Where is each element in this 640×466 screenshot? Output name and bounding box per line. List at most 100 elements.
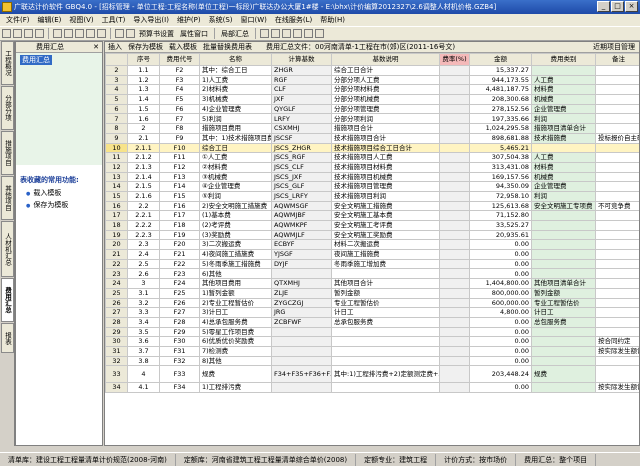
category-cell[interactable]: 利润 xyxy=(531,190,596,202)
category-cell[interactable] xyxy=(531,220,596,231)
name-cell[interactable]: 规费 xyxy=(199,365,272,384)
rate-cell[interactable] xyxy=(439,142,470,154)
seq-cell[interactable]: 2.5 xyxy=(127,258,160,270)
seq-cell[interactable]: 2.2 xyxy=(127,200,160,212)
tab-measures[interactable]: 措施项目 xyxy=(1,131,14,175)
table-row[interactable]: 32 3.8 F32 8)其他 0.00 xyxy=(105,355,639,367)
base-desc-cell[interactable]: 暂列金额 xyxy=(331,287,440,299)
col-header-base-desc[interactable]: 基数说明 xyxy=(331,53,440,66)
base-desc-cell[interactable]: 技术措施项目机械费 xyxy=(331,171,440,183)
name-cell[interactable]: 1)工程排污费 xyxy=(199,382,272,393)
insert-button[interactable]: 插入 xyxy=(108,42,122,52)
tab-sub-items[interactable]: 分部分项 xyxy=(1,86,14,130)
name-cell[interactable]: 6)其他 xyxy=(199,268,272,280)
seq-cell[interactable]: 2.6 xyxy=(127,268,160,280)
seq-cell[interactable]: 2 xyxy=(127,123,160,134)
save-icon[interactable] xyxy=(24,29,33,38)
amount-cell[interactable]: 169,157.56 xyxy=(469,171,532,183)
menu-online[interactable]: 在线服务(L) xyxy=(271,14,316,26)
code-cell[interactable]: F17 xyxy=(159,210,200,221)
table-row[interactable]: 27 3.3 F27 3)计日工 JRG 计日工 4,800.00 计日工 xyxy=(105,307,639,318)
name-cell[interactable]: 4)总承包服务费 xyxy=(199,316,272,328)
category-cell[interactable] xyxy=(531,142,596,154)
tree-item-fee-summary[interactable]: 费用汇总 xyxy=(20,55,52,65)
code-cell[interactable]: F10 xyxy=(159,142,200,154)
base-desc-cell[interactable] xyxy=(331,268,440,280)
amount-cell[interactable]: 71,152.80 xyxy=(469,210,532,221)
category-cell[interactable] xyxy=(531,65,596,76)
col-header-amount[interactable]: 金额 xyxy=(469,53,532,66)
base-cell[interactable]: ZCBFWF xyxy=(271,316,332,328)
code-cell[interactable]: F4 xyxy=(159,84,200,96)
category-cell[interactable] xyxy=(531,239,596,251)
code-cell[interactable]: F11 xyxy=(159,152,200,163)
rate-cell[interactable] xyxy=(439,94,470,105)
category-cell[interactable] xyxy=(531,229,596,241)
col-header-base[interactable]: 计算基数 xyxy=(271,53,332,66)
code-cell[interactable]: F16 xyxy=(159,200,200,212)
base-desc-cell[interactable]: 其他项目合计 xyxy=(331,278,440,289)
name-cell[interactable]: ③机械费 xyxy=(199,171,272,183)
budget-settings-button[interactable]: 预算书设置 xyxy=(137,29,176,39)
amount-cell[interactable]: 15,337.27 xyxy=(469,65,532,76)
base-desc-cell[interactable] xyxy=(331,355,440,367)
remark-cell[interactable] xyxy=(595,316,639,328)
rate-cell[interactable] xyxy=(439,365,470,384)
amount-cell[interactable]: 898,681.88 xyxy=(469,132,532,144)
amount-cell[interactable]: 0.00 xyxy=(469,345,532,357)
name-cell[interactable]: 3)计日工 xyxy=(199,307,272,318)
category-cell[interactable]: 安全文明施工专项费 xyxy=(531,200,596,212)
remark-cell[interactable]: 按实际发生额计算 xyxy=(595,382,639,393)
amount-cell[interactable]: 72,958.10 xyxy=(469,190,532,202)
rate-cell[interactable] xyxy=(439,123,470,134)
base-cell[interactable]: AQWMJLF xyxy=(271,229,332,241)
table-row[interactable]: 334F33规费F34+F35+F36+F37+F38其中:1)工程排污费+2)… xyxy=(105,365,639,384)
first-icon[interactable] xyxy=(260,29,269,38)
base-cell[interactable] xyxy=(271,345,332,357)
category-cell[interactable] xyxy=(531,336,596,347)
table-row[interactable]: 313.7F317)检测费 0.00 按实际发生额计算 xyxy=(105,345,639,357)
print-icon[interactable] xyxy=(35,29,44,38)
remark-cell[interactable] xyxy=(595,258,639,270)
seq-cell[interactable]: 2.1.2 xyxy=(127,152,160,163)
table-row[interactable]: 5 1.4 F5 3)机械费 JXF 分部分项机械费 208,300.68 机械费 xyxy=(105,94,639,105)
name-cell[interactable]: 3)二次搬运费 xyxy=(199,239,272,251)
code-cell[interactable]: F25 xyxy=(159,287,200,299)
load-template-button[interactable]: 载入模板 xyxy=(169,42,197,52)
name-cell[interactable]: 5)冬雨季施工措施费 xyxy=(199,258,272,270)
base-desc-cell[interactable]: 措施项目合计 xyxy=(331,123,440,134)
seq-cell[interactable]: 3 xyxy=(127,278,160,289)
seq-cell[interactable]: 2.1.5 xyxy=(127,181,160,192)
category-cell[interactable]: 机械费 xyxy=(531,94,596,105)
base-desc-cell[interactable]: 其中:1)工程排污费+2)定额测定费+3)社会保障费+4)住房公积金+5)意外伤… xyxy=(331,365,440,384)
seq-cell[interactable]: 2.1.6 xyxy=(127,190,160,202)
seq-cell[interactable]: 1.4 xyxy=(127,94,160,105)
remark-cell[interactable] xyxy=(595,326,639,338)
name-cell[interactable]: (3)奖励费 xyxy=(199,229,272,241)
base-cell[interactable]: DYJF xyxy=(271,258,332,270)
seq-cell[interactable]: 2.4 xyxy=(127,249,160,260)
base-cell[interactable]: JRG xyxy=(271,307,332,318)
settings-icon[interactable] xyxy=(304,29,313,38)
category-cell[interactable] xyxy=(531,345,596,357)
table-row[interactable]: 344.1F341)工程排污费 0.00 按实际发生额计算 xyxy=(105,382,639,393)
code-cell[interactable]: F2 xyxy=(159,65,200,76)
base-desc-cell[interactable]: 分部分项材料费 xyxy=(331,84,440,96)
remark-cell[interactable]: 投标报价自主确定 xyxy=(595,132,639,144)
remark-cell[interactable] xyxy=(595,123,639,134)
code-cell[interactable]: F32 xyxy=(159,355,200,367)
name-cell[interactable]: ①人工费 xyxy=(199,152,272,163)
base-desc-cell[interactable]: 总承包服务费 xyxy=(331,316,440,328)
amount-cell[interactable]: 0.00 xyxy=(469,258,532,270)
table-row[interactable]: 18 2.2.2 F18 (2)考评费 AQWMKPF 安全文明施工考评费 33,525.2… xyxy=(105,220,639,231)
base-desc-cell[interactable] xyxy=(331,345,440,357)
remark-cell[interactable] xyxy=(595,278,639,289)
table-row[interactable]: 14 2.1.5 F14 ④企业管理费 JSCS_GLF 技术措施项目管理费 94,350.… xyxy=(105,181,639,192)
seq-cell[interactable]: 3.6 xyxy=(127,336,160,347)
code-cell[interactable]: F20 xyxy=(159,239,200,251)
rate-cell[interactable] xyxy=(439,210,470,221)
name-cell[interactable]: 7)检测费 xyxy=(199,345,272,357)
seq-cell[interactable]: 2.2.2 xyxy=(127,220,160,231)
remark-cell[interactable] xyxy=(595,181,639,192)
base-cell[interactable]: JSCSF xyxy=(271,132,332,144)
